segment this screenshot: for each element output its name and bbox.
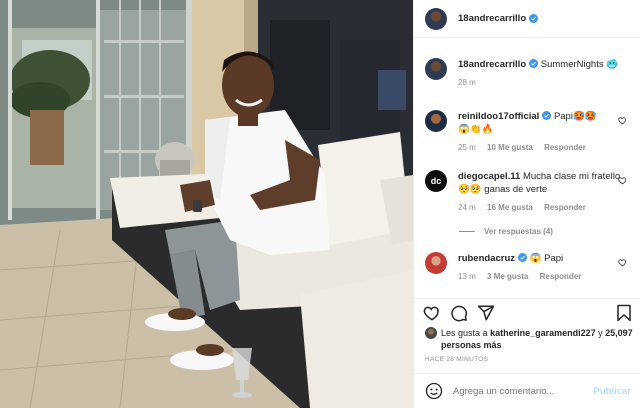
post-photo[interactable] (0, 0, 413, 408)
caption-body: 18andrecarrillo SummerNights 🥶 28 m (458, 58, 628, 89)
publish-button[interactable]: Publicar (594, 386, 632, 397)
verified-badge-icon (529, 14, 539, 23)
comment-meta: 24 m 16 Me gusta Responder (458, 201, 628, 214)
reply-button[interactable]: Responder (540, 272, 582, 281)
view-replies-button[interactable]: Ver respuestas (4) (459, 227, 553, 236)
comment-username[interactable]: reinildoo17official (458, 111, 539, 122)
instagram-post: 18andrecarrillo 18andrecarrillo SummerNi… (0, 0, 640, 408)
heart-icon[interactable] (618, 116, 627, 125)
comment-likes[interactable]: 16 Me gusta (487, 203, 533, 212)
verified-badge-icon (542, 111, 552, 120)
avatar[interactable] (425, 7, 447, 30)
comment-body: rubendacruz 😱 Papi 13 m 3 Me gusta Respo… (458, 252, 628, 283)
post-timestamp[interactable]: HACE 28 MINUTOS (425, 356, 488, 363)
caption-meta: 28 m (458, 76, 628, 89)
list-item: rubendacruz 😱 Papi 13 m 3 Me gusta Respo… (425, 252, 635, 283)
bookmark-icon[interactable] (615, 304, 633, 322)
comment-body: reinildoo17official Papi🥵🥵 😱👏🔥 25 m 10 M… (458, 110, 628, 154)
comment-input[interactable] (453, 385, 573, 397)
heart-icon[interactable] (618, 176, 627, 185)
caption-emoji: 🥶 (606, 59, 619, 70)
paper-plane-icon[interactable] (477, 304, 495, 322)
caption: 18andrecarrillo SummerNights 🥶 28 m (425, 58, 635, 89)
comment-time: 25 m (458, 143, 476, 152)
post-author-username[interactable]: 18andrecarrillo (458, 13, 526, 24)
heart-icon[interactable] (618, 258, 627, 267)
caption-username[interactable]: 18andrecarrillo (458, 59, 526, 70)
comment-meta: 25 m 10 Me gusta Responder (458, 141, 628, 154)
likes-mid: y (598, 328, 603, 338)
caption-time: 28 m (458, 78, 476, 87)
replies-divider (459, 231, 475, 232)
svg-text:dc: dc (431, 176, 442, 186)
reply-button[interactable]: Responder (544, 203, 586, 212)
likes-user-link[interactable]: katherine_garamendi227 (490, 328, 596, 338)
avatar[interactable] (425, 58, 447, 80)
comment-username[interactable]: rubendacruz (458, 253, 515, 264)
likes-summary: Les gusta a katherine_garamendi227 y 25,… (425, 327, 640, 351)
comment-icon[interactable] (450, 304, 468, 322)
likes-prefix: Les gusta a (441, 328, 488, 338)
comment-text: 😱 Papi (529, 253, 564, 264)
avatar[interactable]: dc (425, 170, 447, 192)
verified-badge-icon (518, 253, 528, 262)
post-header: 18andrecarrillo (414, 0, 640, 38)
caption-text: SummerNights (540, 59, 604, 70)
comment-text: Papi🥵🥵 (553, 111, 597, 122)
list-item: reinildoo17official Papi🥵🥵 😱👏🔥 25 m 10 M… (425, 110, 635, 154)
comment-time: 24 m (458, 203, 476, 212)
action-bar (414, 298, 640, 326)
comment-likes[interactable]: 10 Me gusta (487, 143, 533, 152)
list-item: dc diegocapel.11 Mucha clase mi fratello… (425, 170, 635, 214)
comment-meta: 13 m 3 Me gusta Responder (458, 270, 628, 283)
post-side-panel: 18andrecarrillo 18andrecarrillo SummerNi… (413, 0, 640, 408)
comment-time: 13 m (458, 272, 476, 281)
smiley-icon[interactable] (425, 382, 443, 400)
likes-text: Les gusta a katherine_garamendi227 y 25,… (441, 327, 640, 351)
comment-text-line2: 😱👏🔥 (458, 124, 494, 135)
photo-illustration (0, 0, 413, 408)
verified-badge-icon (529, 59, 539, 68)
avatar[interactable] (425, 252, 447, 274)
view-replies-label: Ver respuestas (4) (484, 227, 553, 236)
comment-likes[interactable]: 3 Me gusta (487, 272, 528, 281)
heart-icon[interactable] (423, 304, 441, 322)
avatar[interactable] (425, 327, 437, 339)
comment-username[interactable]: diegocapel.11 (458, 171, 520, 182)
add-comment-bar: Publicar (414, 373, 640, 408)
avatar[interactable] (425, 110, 447, 132)
comments-list: 18andrecarrillo SummerNights 🥶 28 m rein… (414, 50, 640, 298)
comment-body: diegocapel.11 Mucha clase mi fratello 🥺🥺… (458, 170, 628, 214)
reply-button[interactable]: Responder (544, 143, 586, 152)
avatar-logo-icon: dc (431, 176, 442, 186)
